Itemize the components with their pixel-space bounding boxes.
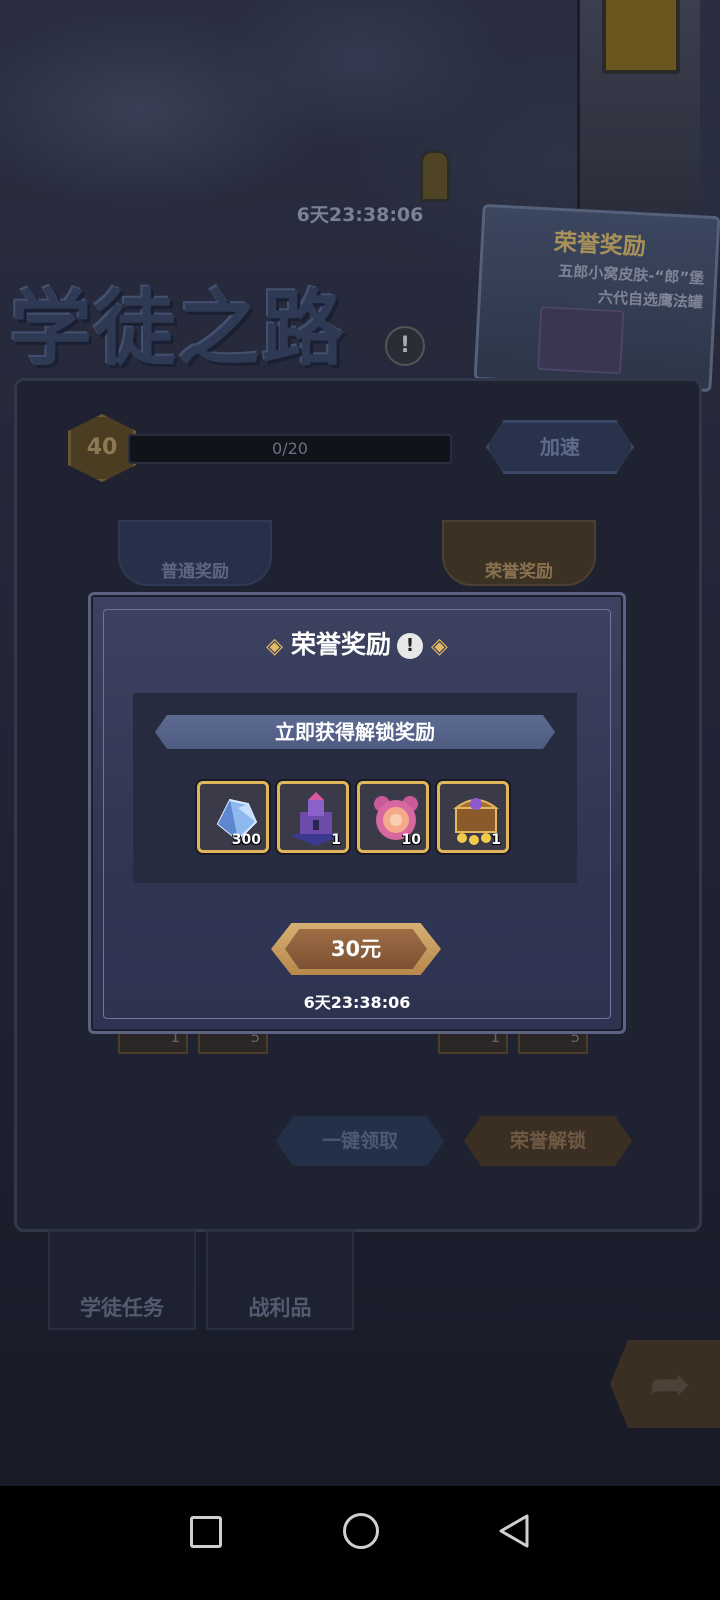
castle-item[interactable]: 1	[277, 781, 349, 853]
item-count: 10	[401, 832, 421, 848]
item-count: 1	[331, 832, 341, 848]
crystal-item[interactable]: 300	[197, 781, 269, 853]
back-icon[interactable]	[497, 1513, 531, 1549]
honor-reward-dialog: ◈ 荣誉奖励! ◈ 立即获得解锁奖励 300 1 10 1 30元 6天23:3…	[88, 592, 626, 1034]
reward-box: 立即获得解锁奖励 300 1 10 1	[133, 693, 577, 883]
dialog-timer: 6天23:38:06	[303, 993, 411, 1012]
honor-unlock-button[interactable]: 荣誉解锁	[464, 1116, 632, 1166]
event-title-logo: 学徒之路	[10, 282, 347, 377]
tab-honor-rewards[interactable]: 荣誉奖励	[442, 520, 596, 586]
castle-window	[420, 150, 450, 202]
treasure-chest-item[interactable]: 1	[437, 781, 509, 853]
dialog-title-row: ◈ 荣誉奖励! ◈	[91, 625, 623, 661]
ornament-right-icon: ◈	[431, 633, 448, 659]
item-count: 300	[231, 832, 261, 848]
info-icon[interactable]: !	[385, 326, 425, 366]
pet-badge-item[interactable]: 10	[357, 781, 429, 853]
share-arrow-icon[interactable]: ➦	[610, 1340, 720, 1428]
castle-icon	[537, 306, 625, 375]
loot-tab[interactable]: 战利品	[206, 1230, 354, 1330]
honor-reward-banner[interactable]: 荣誉奖励 五郎小窝皮肤-“郎”堡 六代自选鹰法罐	[473, 203, 720, 393]
reward-items: 300 1 10 1	[197, 781, 517, 857]
apprentice-tasks-label: 学徒任务	[80, 1296, 164, 1320]
progress-bar: 0/20	[128, 434, 452, 464]
honor-banner-desc: 五郎小窝皮肤-“郎”堡 六代自选鹰法罐	[491, 256, 705, 315]
speed-up-button[interactable]: 加速	[486, 420, 634, 474]
tab-normal-rewards[interactable]: 普通奖励	[118, 520, 272, 586]
ornament-left-icon: ◈	[266, 633, 283, 659]
info-icon[interactable]: !	[397, 633, 423, 659]
tower-window	[602, 0, 680, 74]
home-icon[interactable]	[343, 1513, 379, 1549]
purchase-button[interactable]: 30元	[271, 923, 441, 975]
loot-label: 战利品	[248, 1296, 312, 1320]
apprentice-tasks-tab[interactable]: 学徒任务	[48, 1230, 196, 1330]
item-count: 1	[491, 832, 501, 848]
unlock-rewards-ribbon: 立即获得解锁奖励	[155, 715, 555, 749]
system-nav-bar	[0, 1486, 720, 1600]
purchase-price: 30元	[285, 929, 427, 969]
recent-apps-icon[interactable]	[190, 1516, 222, 1548]
claim-all-button[interactable]: 一键领取	[276, 1116, 444, 1166]
dialog-title: 荣誉奖励	[290, 630, 391, 659]
